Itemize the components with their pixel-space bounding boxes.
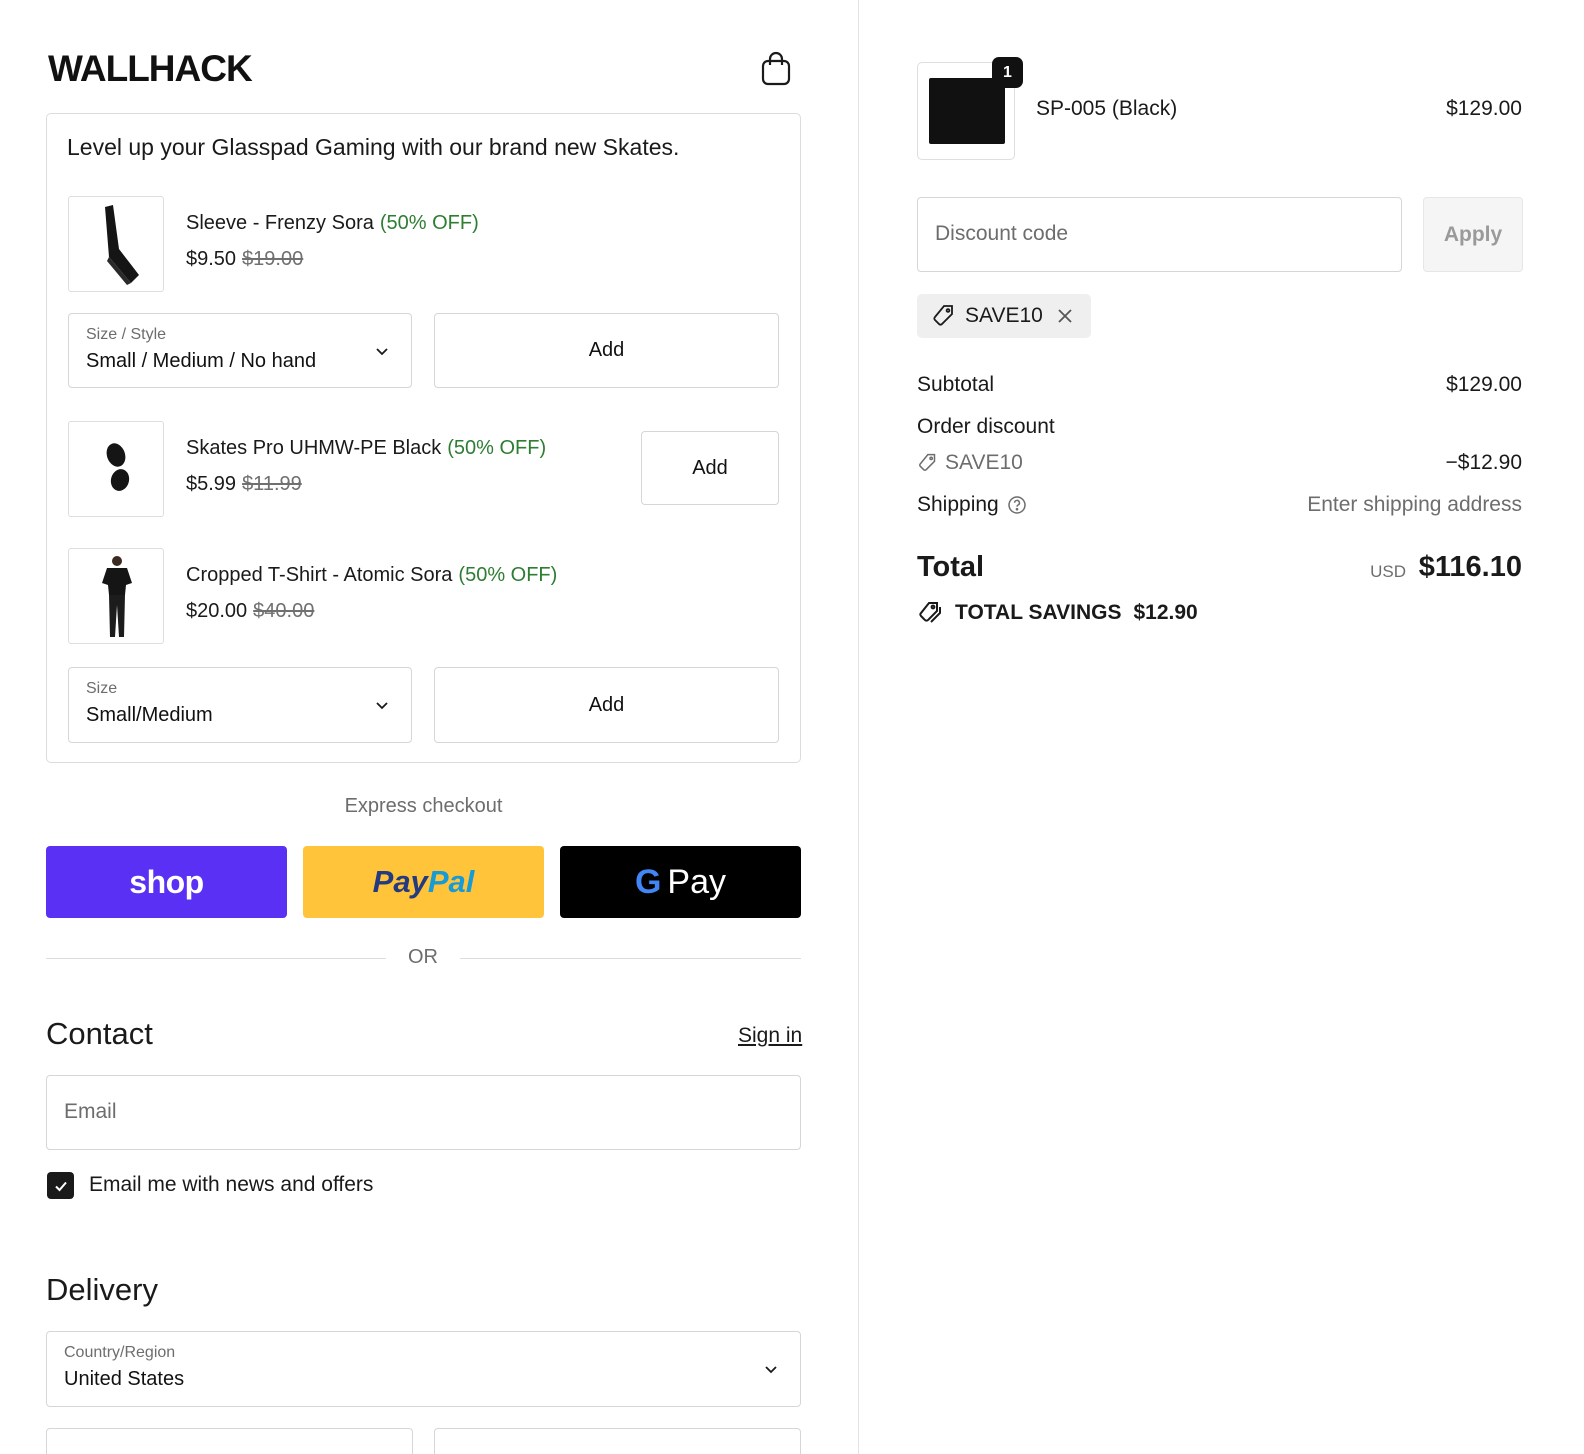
quantity-badge: 1: [992, 57, 1023, 88]
or-divider-label: OR: [408, 946, 438, 968]
currency-code: USD: [1370, 562, 1406, 581]
tag-icon: [933, 305, 953, 326]
divider: [46, 958, 386, 959]
size-style-select[interactable]: Size / Style Small / Medium / No hand: [68, 313, 412, 388]
chevron-down-icon: [376, 702, 388, 710]
total-value: $116.10: [1418, 551, 1522, 583]
product-name: Sleeve - Frenzy Sora (50% OFF): [186, 212, 479, 234]
order-discount-code: SAVE10: [917, 451, 1023, 475]
subtotal-label: Subtotal: [917, 373, 995, 396]
product-thumbnail-skates: [68, 421, 164, 517]
chevron-down-icon: [376, 348, 388, 356]
express-checkout-label: Express checkout: [344, 795, 503, 817]
help-circle-icon[interactable]: [1007, 495, 1027, 515]
product-name: Cropped T-Shirt - Atomic Sora (50% OFF): [186, 564, 558, 586]
shopping-bag-icon[interactable]: [760, 50, 792, 86]
total-savings: TOTAL SAVINGS $12.90: [917, 600, 1198, 626]
subtotal-value: $129.00: [1446, 373, 1522, 396]
tags-icon: [919, 602, 941, 623]
product-thumbnail-sleeve: [68, 196, 164, 292]
brand-logo[interactable]: WALLHACK: [48, 48, 253, 90]
product-price: $20.00 $40.00: [186, 600, 315, 622]
discount-label: (50% OFF): [447, 437, 547, 459]
delivery-heading: Delivery: [46, 1272, 158, 1307]
checkout-main: WALLHACK Level up your Glasspad Gaming w…: [0, 0, 858, 1454]
order-discount-label: Order discount: [917, 415, 1055, 438]
sign-in-link[interactable]: Sign in: [738, 1024, 802, 1048]
order-discount-value: −$12.90: [1445, 451, 1523, 474]
product-price: $9.50 $19.00: [186, 248, 304, 270]
google-pay-button[interactable]: G Pay: [560, 846, 801, 918]
order-item-name: SP-005 (Black): [1036, 97, 1178, 120]
email-input[interactable]: Email: [46, 1075, 801, 1150]
discount-label: (50% OFF): [379, 212, 479, 234]
divider: [460, 958, 801, 959]
newsletter-label: Email me with news and offers: [89, 1173, 374, 1196]
compare-price: $11.99: [242, 473, 302, 495]
close-icon[interactable]: [1057, 308, 1073, 324]
first-name-input[interactable]: [46, 1428, 413, 1454]
product-name: Skates Pro UHMW-PE Black (50% OFF): [186, 437, 547, 459]
add-sleeve-button[interactable]: Add: [434, 313, 779, 388]
shipping-value: Enter shipping address: [1307, 493, 1522, 516]
newsletter-checkbox[interactable]: [47, 1172, 74, 1199]
add-tshirt-button[interactable]: Add: [434, 667, 779, 743]
last-name-input[interactable]: [434, 1428, 801, 1454]
total-label: Total: [917, 551, 985, 583]
google-g-icon: G: [634, 862, 662, 901]
product-price: $5.99 $11.99: [186, 473, 302, 495]
applied-discount-chip: SAVE10: [917, 294, 1091, 338]
compare-price: $40.00: [253, 600, 315, 622]
add-skates-button[interactable]: Add: [641, 431, 779, 505]
discount-code-input[interactable]: Discount code: [917, 197, 1402, 272]
contact-heading: Contact: [46, 1016, 153, 1051]
tag-icon: [919, 453, 936, 471]
shop-pay-button[interactable]: shop: [46, 846, 287, 918]
country-select[interactable]: Country/Region United States: [46, 1331, 801, 1407]
compare-price: $19.00: [242, 248, 304, 270]
upsell-title: Level up your Glasspad Gaming with our b…: [67, 134, 680, 160]
discount-label: (50% OFF): [458, 564, 558, 586]
paypal-button[interactable]: Pay Pal: [303, 846, 544, 918]
order-item-price: $129.00: [1446, 97, 1522, 120]
product-thumbnail-tshirt: [68, 548, 164, 644]
shipping-label: Shipping: [917, 493, 1027, 517]
size-select[interactable]: Size Small/Medium: [68, 667, 412, 743]
chevron-down-icon: [765, 1366, 777, 1374]
check-icon: [54, 1181, 67, 1191]
apply-discount-button[interactable]: Apply: [1423, 197, 1523, 272]
